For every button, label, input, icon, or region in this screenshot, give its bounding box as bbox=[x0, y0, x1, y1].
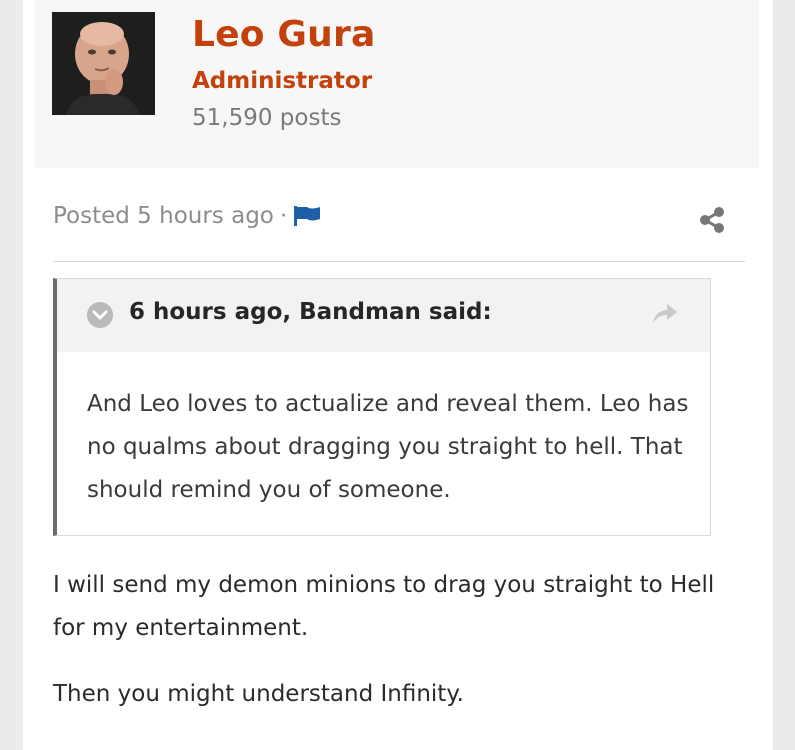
divider bbox=[53, 261, 745, 262]
post-paragraph: Then you might understand Infinity. bbox=[53, 681, 464, 707]
post-card: Leo Gura Administrator 51,590 posts Post… bbox=[23, 0, 773, 750]
share-arrow-icon[interactable] bbox=[651, 301, 679, 325]
chevron-down-icon[interactable] bbox=[87, 302, 113, 328]
post-content: I will send my demon minions to drag you… bbox=[53, 564, 753, 739]
posted-time[interactable]: Posted 5 hours ago bbox=[53, 203, 274, 229]
quote-body: And Leo loves to actualize and reveal th… bbox=[87, 391, 689, 503]
avatar-photo bbox=[52, 12, 155, 115]
author-header: Leo Gura Administrator 51,590 posts bbox=[35, 0, 759, 168]
meta-separator: · bbox=[279, 203, 288, 229]
post-meta: Posted 5 hours ago · bbox=[53, 203, 321, 229]
post-paragraph: I will send my demon minions to drag you… bbox=[53, 572, 715, 641]
quote-block: 6 hours ago, Bandman said: And Leo loves… bbox=[53, 278, 711, 536]
quote-author: 6 hours ago, Bandman said: bbox=[129, 299, 492, 325]
author-role: Administrator bbox=[192, 68, 373, 94]
avatar[interactable] bbox=[52, 12, 155, 115]
flag-icon[interactable] bbox=[293, 205, 321, 227]
author-name[interactable]: Leo Gura bbox=[192, 14, 375, 55]
share-icon[interactable] bbox=[698, 206, 726, 234]
page: Leo Gura Administrator 51,590 posts Post… bbox=[0, 0, 795, 750]
quote-header: 6 hours ago, Bandman said: bbox=[57, 279, 710, 352]
author-post-count: 51,590 posts bbox=[192, 105, 342, 131]
